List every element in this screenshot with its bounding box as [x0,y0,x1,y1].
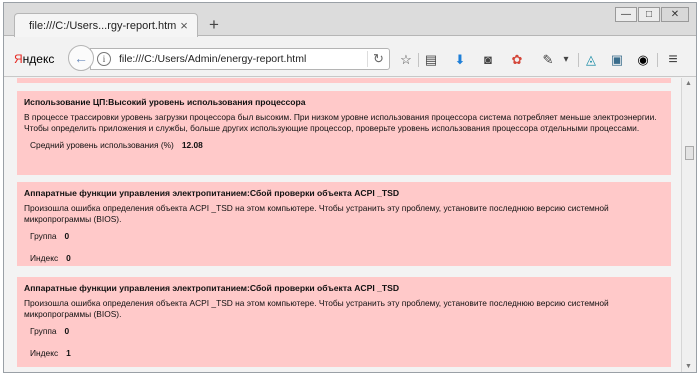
field-value: 0 [66,253,71,263]
field-row: Группа 0 [30,326,664,336]
url-text[interactable]: file:///C:/Users/Admin/energy-report.htm… [119,53,367,65]
download-icon[interactable]: ⬇ [451,51,469,69]
field-row: Индекс 0 [30,253,664,263]
field-label: Группа [30,326,57,336]
page-content[interactable]: Использование ЦП:Высокий уровень использ… [4,78,681,372]
back-button[interactable]: ← [68,45,94,71]
previous-section-tail [17,78,671,83]
rainbow-icon[interactable]: ✿ [508,51,526,69]
scrollbar-thumb[interactable] [685,146,694,160]
field-row: Средний уровень использования (%) 12.08 [30,140,664,150]
browser-window: file:///C:/Users...rgy-report.html × + —… [3,2,697,373]
field-row: Индекс 1 [30,348,664,358]
tab-energy-report[interactable]: file:///C:/Users...rgy-report.html × [14,13,198,37]
shield-icon[interactable]: ◬ [582,51,600,69]
camera-icon[interactable]: ◉ [634,51,652,69]
section-title: Аппаратные функции управления электропит… [24,283,400,293]
field-label: Индекс [30,348,59,358]
dropdown-icon[interactable]: ▾ [560,51,572,69]
report-section: Использование ЦП:Высокий уровень использ… [17,91,671,175]
field-value: 1 [66,348,71,358]
star-icon[interactable]: ☆ [397,51,415,69]
reload-icon[interactable]: ↻ [367,51,389,67]
address-bar[interactable]: i file:///C:/Users/Admin/energy-report.h… [90,48,390,70]
minimize-button[interactable]: — [615,7,637,22]
pocket-icon[interactable]: ◙ [479,51,497,69]
new-tab-button[interactable]: + [204,15,224,35]
yandex-logo-letter: Я [14,52,23,66]
field-value: 12.08 [181,140,203,150]
vertical-scrollbar[interactable]: ▲ ▼ [681,78,696,372]
field-value: 0 [64,231,70,241]
menu-icon[interactable]: ≡ [664,51,682,69]
section-title: Использование ЦП:Высокий уровень использ… [24,97,306,107]
close-tab-icon[interactable]: × [177,18,191,33]
section-description: В процессе трассировки уровень загрузки … [24,112,657,133]
field-label: Средний уровень использования (%) [30,140,174,150]
toolbar-separator [578,53,579,67]
field-label: Индекс [30,253,59,263]
maximize-button[interactable]: □ [638,7,660,22]
report-section: Аппаратные функции управления электропит… [17,277,671,367]
scroll-up-icon[interactable]: ▲ [685,80,692,87]
report-section: Аппаратные функции управления электропит… [17,182,671,266]
section-title: Аппаратные функции управления электропит… [24,188,400,198]
field-label: Группа [30,231,57,241]
close-window-button[interactable]: ✕ [661,7,689,22]
tab-strip: file:///C:/Users...rgy-report.html × + —… [4,3,696,37]
tab-title: file:///C:/Users...rgy-report.html [29,19,177,32]
navigation-bar: Яндекс i file:///C:/Users/Admin/energy-r… [4,37,696,77]
section-description: Произошла ошибка определения объекта ACP… [24,298,609,319]
site-info-icon[interactable]: i [97,52,111,66]
toolbar-separator [657,53,658,67]
reader-icon[interactable]: ▤ [422,51,440,69]
photo-icon[interactable]: ▣ [608,51,626,69]
yandex-logo[interactable]: Яндекс [14,52,54,66]
field-row: Группа 0 [30,231,664,241]
toolbar-separator [418,53,419,67]
scroll-down-icon[interactable]: ▼ [685,363,692,370]
section-description: Произошла ошибка определения объекта ACP… [24,203,609,224]
field-value: 0 [64,326,70,336]
yandex-logo-rest: ндекс [22,52,55,66]
eyedropper-icon[interactable]: ✎ [539,51,557,69]
